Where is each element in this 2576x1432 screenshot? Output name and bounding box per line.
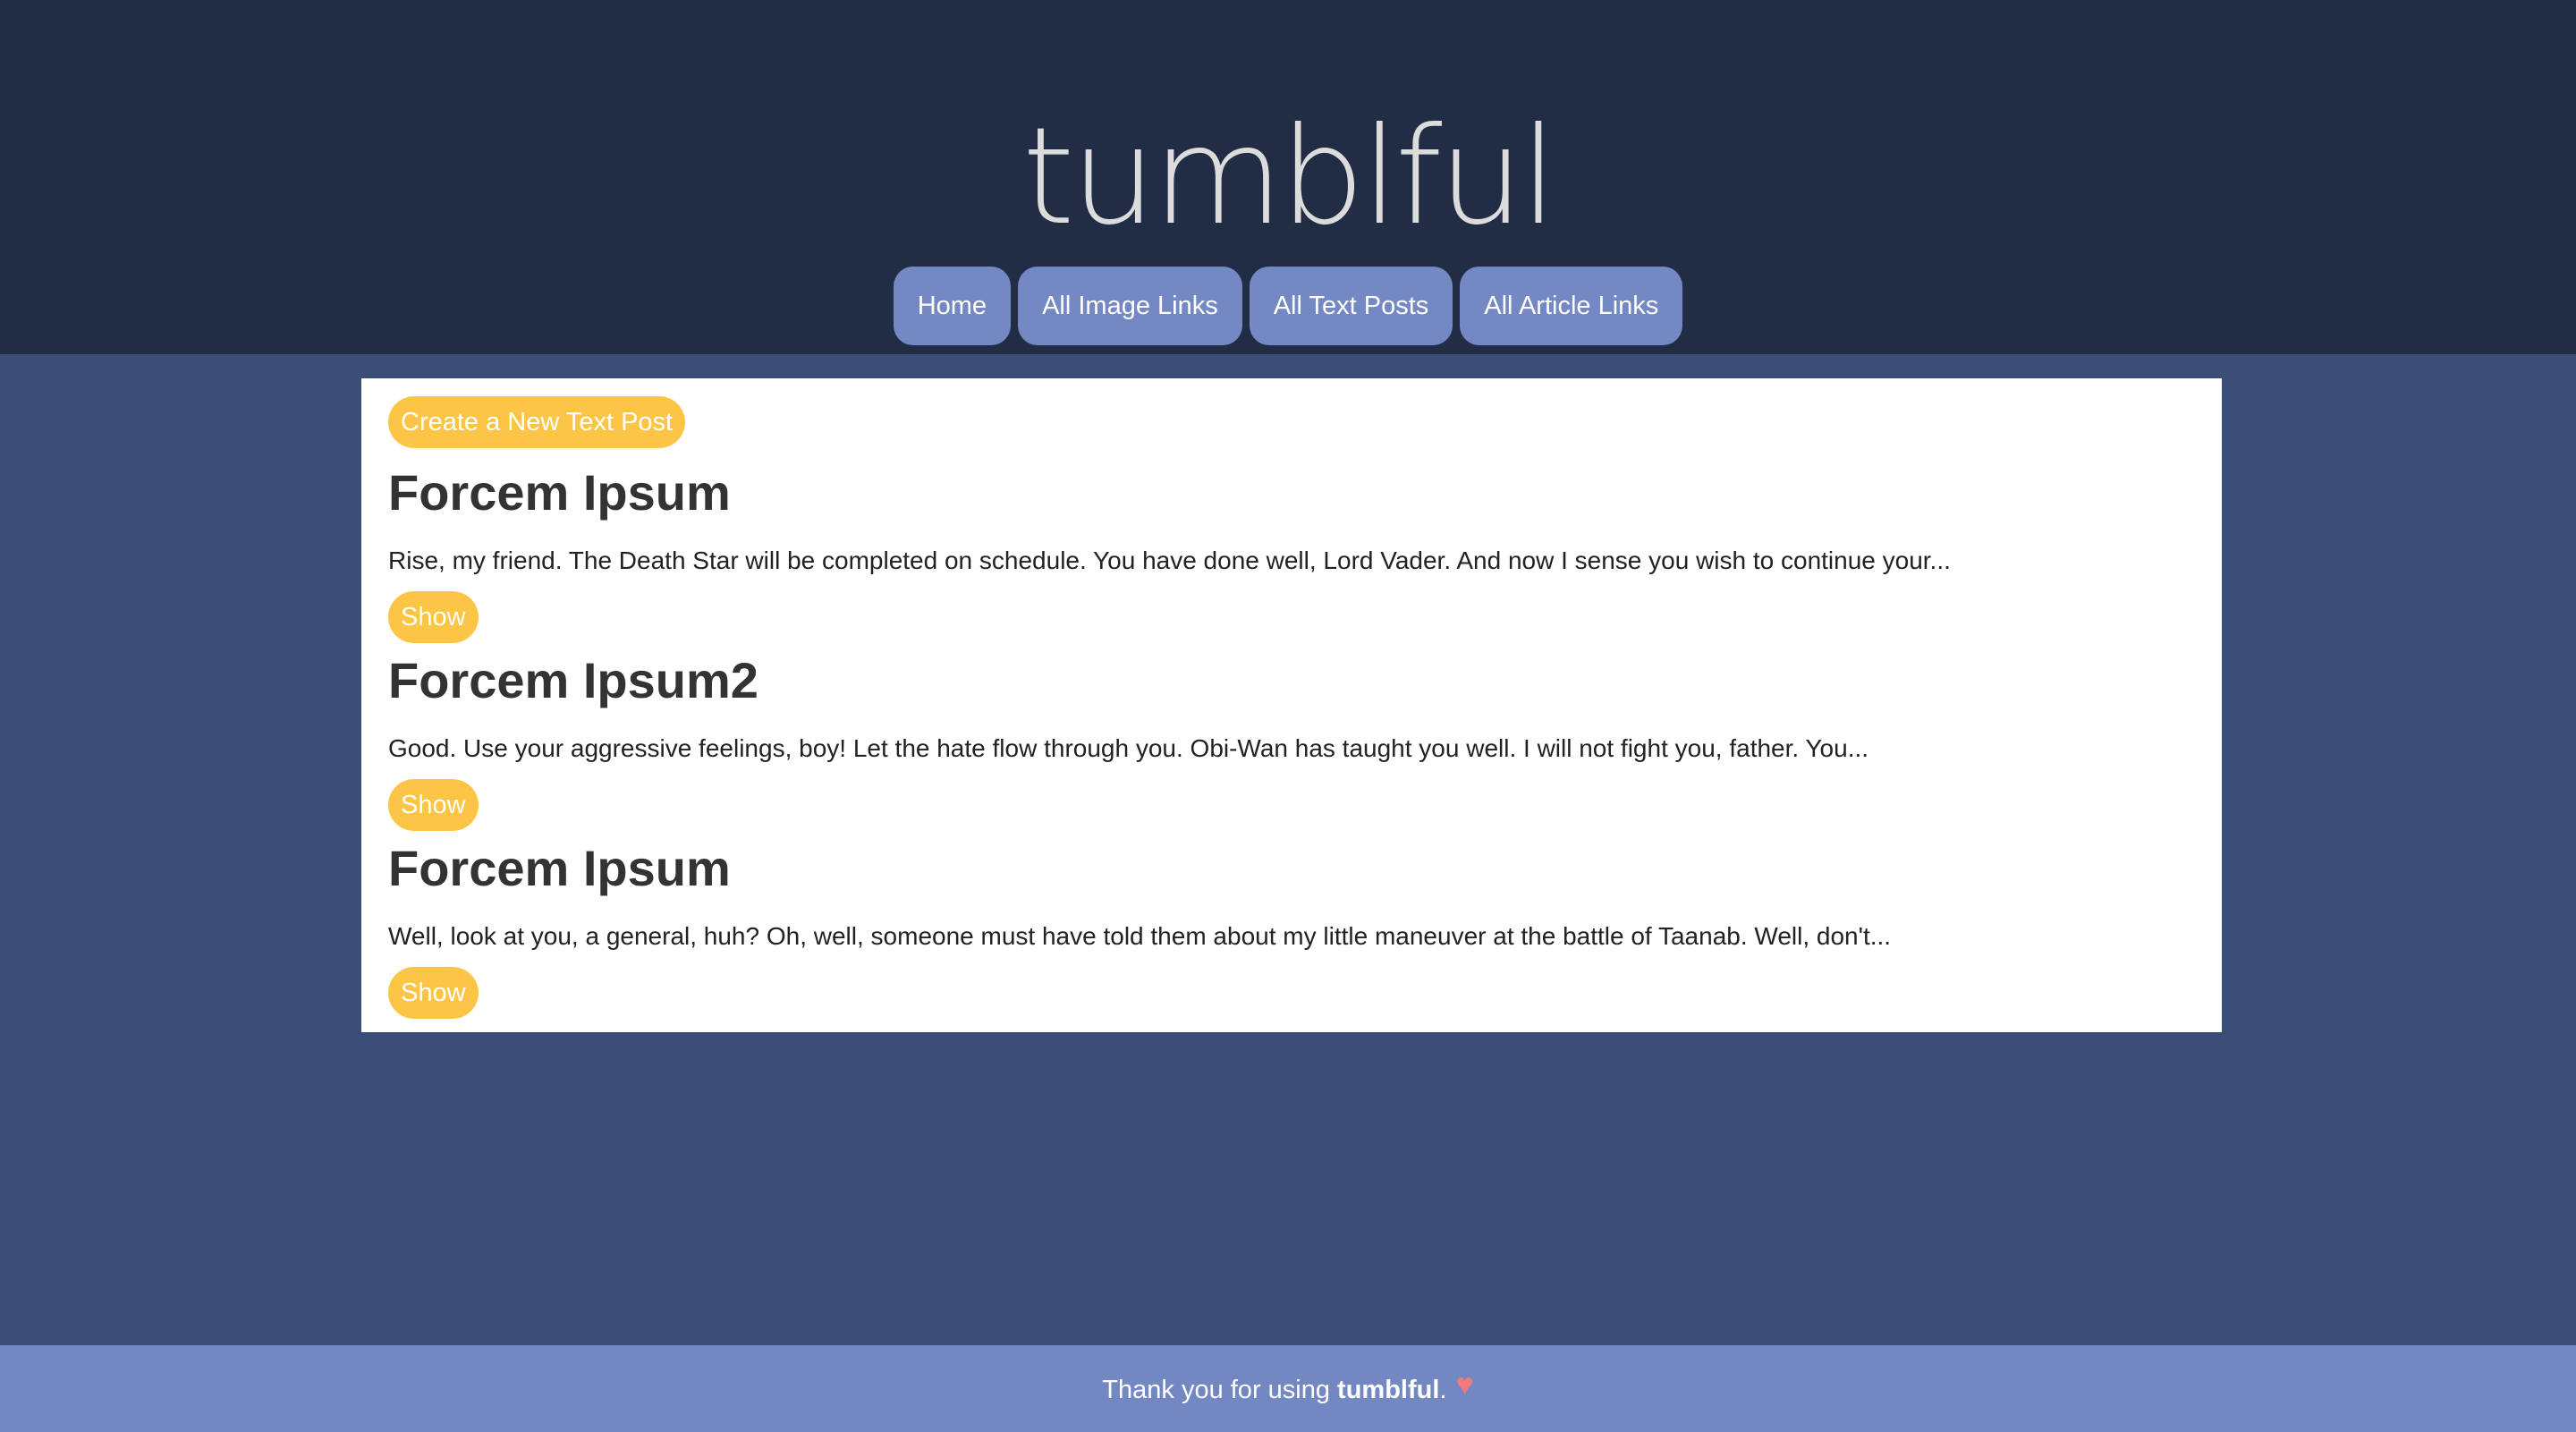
site-footer: Thank you for using tumblful. ♥: [0, 1345, 2576, 1432]
post-title: Forcem Ipsum2: [388, 652, 758, 708]
footer-brand: tumblful: [1337, 1376, 1440, 1404]
nav-all-text-posts-button[interactable]: All Text Posts: [1249, 267, 1453, 345]
main-nav: Home All Image Links All Text Posts All …: [0, 267, 2576, 345]
heart-icon: ♥: [1455, 1368, 1474, 1402]
content-panel: Create a New Text Post Forcem Ipsum Rise…: [361, 378, 2222, 1032]
post-excerpt: Rise, my friend. The Death Star will be …: [388, 547, 1951, 574]
site-header: tumblful Home All Image Links All Text P…: [0, 0, 2576, 354]
nav-all-image-links-button[interactable]: All Image Links: [1018, 267, 1242, 345]
post-title: Forcem Ipsum: [388, 840, 731, 896]
post-title: Forcem Ipsum: [388, 464, 731, 521]
site-title: tumblful: [1021, 99, 1557, 255]
post-item: Forcem Ipsum Rise, my friend. The Death …: [388, 461, 2195, 643]
post-item: Forcem Ipsum Well, look at you, a genera…: [388, 836, 2195, 1019]
footer-period: .: [1439, 1376, 1447, 1404]
post-excerpt: Good. Use your aggressive feelings, boy!…: [388, 734, 1869, 762]
create-text-post-button[interactable]: Create a New Text Post: [388, 396, 686, 448]
post-item: Forcem Ipsum2 Good. Use your aggressive …: [388, 648, 2195, 831]
nav-all-article-links-button[interactable]: All Article Links: [1460, 267, 1683, 345]
show-post-button[interactable]: Show: [388, 591, 479, 643]
post-excerpt: Well, look at you, a general, huh? Oh, w…: [388, 922, 1892, 950]
show-post-button[interactable]: Show: [388, 779, 479, 831]
nav-home-button[interactable]: Home: [893, 267, 1012, 345]
show-post-button[interactable]: Show: [388, 967, 479, 1019]
footer-text: Thank you for using: [1102, 1376, 1338, 1404]
